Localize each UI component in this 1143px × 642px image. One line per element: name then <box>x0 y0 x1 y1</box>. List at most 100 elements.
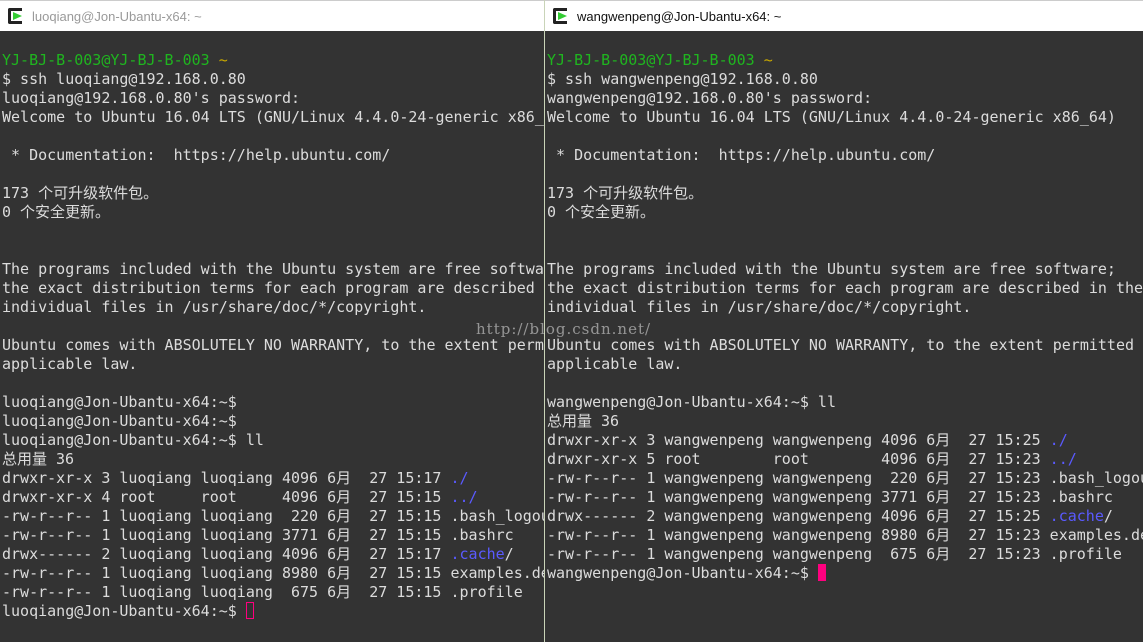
terminal-line <box>2 374 544 393</box>
terminal-text: ./ <box>1050 431 1068 449</box>
terminal-text: wangwenpeng@Jon-Ubantu-x64:~$ ll <box>547 393 836 411</box>
terminal-line: luoqiang@192.168.0.80's password: <box>2 89 544 108</box>
terminal-line: -rw-r--r-- 1 luoqiang luoqiang 8980 6月 2… <box>2 564 544 583</box>
terminal-line: 0 个安全更新。 <box>2 203 544 222</box>
terminal-text: -rw-r--r-- 1 wangwenpeng wangwenpeng 377… <box>547 488 1113 506</box>
terminal-text: applicable law. <box>2 355 137 373</box>
terminal-line: wangwenpeng@Jon-Ubantu-x64:~$ ll <box>547 393 1143 412</box>
terminal-line: individual files in /usr/share/doc/*/cop… <box>547 298 1143 317</box>
terminal-line: YJ-BJ-B-003@YJ-BJ-B-003 ~ <box>547 51 1143 70</box>
terminal-text: drwxr-xr-x 3 wangwenpeng wangwenpeng 409… <box>547 431 1050 449</box>
terminal-text: drwx------ 2 luoqiang luoqiang 4096 6月 2… <box>2 545 450 563</box>
terminal-text: YJ-BJ-B-003@YJ-BJ-B-003 <box>2 51 219 69</box>
terminal-output[interactable]: YJ-BJ-B-003@YJ-BJ-B-003 ~$ ssh luoqiang@… <box>0 31 544 621</box>
terminal-line: 总用量 36 <box>2 450 544 469</box>
terminal-text: luoqiang@Jon-Ubantu-x64:~$ ll <box>2 431 264 449</box>
terminal-text: luoqiang@Jon-Ubantu-x64:~$ <box>2 393 237 411</box>
terminal-line: luoqiang@Jon-Ubantu-x64:~$ <box>2 393 544 412</box>
terminal-line <box>547 241 1143 260</box>
terminal-line: 173 个可升级软件包。 <box>547 184 1143 203</box>
terminal-line: applicable law. <box>2 355 544 374</box>
terminal-text: -rw-r--r-- 1 luoqiang luoqiang 220 6月 27… <box>2 507 544 525</box>
terminal-line <box>2 222 544 241</box>
terminal-text: luoqiang@Jon-Ubantu-x64:~$ <box>2 412 237 430</box>
terminal-text: luoqiang@Jon-Ubantu-x64:~$ <box>2 602 246 620</box>
terminal-line: 0 个安全更新。 <box>547 203 1143 222</box>
terminal-text: ./ <box>450 469 468 487</box>
terminal-line: Ubuntu comes with ABSOLUTELY NO WARRANTY… <box>2 336 544 355</box>
terminal-line: wangwenpeng@Jon-Ubantu-x64:~$ <box>547 564 1143 583</box>
watermark: http://blog.csdn.net/ <box>476 320 651 338</box>
terminal-cursor <box>818 564 826 581</box>
terminal-line: wangwenpeng@192.168.0.80's password: <box>547 89 1143 108</box>
terminal-window-luoqiang[interactable]: luoqiang@Jon-Ubantu-x64: ~ YJ-BJ-B-003@Y… <box>0 0 544 642</box>
terminal-line <box>2 165 544 184</box>
terminal-cursor <box>246 602 254 619</box>
terminal-app-icon <box>553 8 571 24</box>
terminal-text: 173 个可升级软件包。 <box>2 184 158 202</box>
terminal-line: Ubuntu comes with ABSOLUTELY NO WARRANTY… <box>547 336 1143 355</box>
terminal-line <box>547 165 1143 184</box>
terminal-line: luoqiang@Jon-Ubantu-x64:~$ ll <box>2 431 544 450</box>
terminal-text: the exact distribution terms for each pr… <box>2 279 544 297</box>
terminal-line: the exact distribution terms for each pr… <box>2 279 544 298</box>
terminal-text: * Documentation: https://help.ubuntu.com… <box>2 146 390 164</box>
terminal-line: drwxr-xr-x 3 wangwenpeng wangwenpeng 409… <box>547 431 1143 450</box>
terminal-line: The programs included with the Ubuntu sy… <box>547 260 1143 279</box>
terminal-text: .cache <box>450 545 504 563</box>
window-title: luoqiang@Jon-Ubantu-x64: ~ <box>32 9 202 24</box>
terminal-text: applicable law. <box>547 355 682 373</box>
terminal-text: -rw-r--r-- 1 wangwenpeng wangwenpeng 898… <box>547 526 1143 544</box>
terminal-line: luoqiang@Jon-Ubantu-x64:~$ <box>2 602 544 621</box>
terminal-line: 总用量 36 <box>547 412 1143 431</box>
terminal-line: YJ-BJ-B-003@YJ-BJ-B-003 ~ <box>2 51 544 70</box>
terminal-text: -rw-r--r-- 1 luoqiang luoqiang 675 6月 27… <box>2 583 523 601</box>
terminal-line: Welcome to Ubuntu 16.04 LTS (GNU/Linux 4… <box>2 108 544 127</box>
terminal-line: 173 个可升级软件包。 <box>2 184 544 203</box>
terminal-text: ../ <box>1050 450 1077 468</box>
terminal-line <box>547 222 1143 241</box>
terminal-line: -rw-r--r-- 1 luoqiang luoqiang 3771 6月 2… <box>2 526 544 545</box>
terminal-app-icon <box>8 8 26 24</box>
terminal-line <box>2 32 544 51</box>
terminal-output[interactable]: YJ-BJ-B-003@YJ-BJ-B-003 ~$ ssh wangwenpe… <box>545 31 1143 583</box>
terminal-text: ../ <box>450 488 477 506</box>
terminal-text: .cache <box>1050 507 1104 525</box>
window-title: wangwenpeng@Jon-Ubantu-x64: ~ <box>577 9 781 24</box>
terminal-line: * Documentation: https://help.ubuntu.com… <box>2 146 544 165</box>
terminal-line: luoqiang@Jon-Ubantu-x64:~$ <box>2 412 544 431</box>
terminal-text: 总用量 36 <box>547 412 619 430</box>
terminal-text: -rw-r--r-- 1 wangwenpeng wangwenpeng 675… <box>547 545 1122 563</box>
terminal-line <box>2 317 544 336</box>
terminal-text: drwxr-xr-x 5 root root 4096 6月 27 15:23 <box>547 450 1050 468</box>
terminal-line: drwxr-xr-x 4 root root 4096 6月 27 15:15 … <box>2 488 544 507</box>
terminal-line: drwxr-xr-x 3 luoqiang luoqiang 4096 6月 2… <box>2 469 544 488</box>
terminal-text: luoqiang@192.168.0.80's password: <box>2 89 300 107</box>
terminal-text: Welcome to Ubuntu 16.04 LTS (GNU/Linux 4… <box>547 108 1116 126</box>
terminal-line: Welcome to Ubuntu 16.04 LTS (GNU/Linux 4… <box>547 108 1143 127</box>
terminal-text: 0 个安全更新。 <box>547 203 655 221</box>
terminal-text: -rw-r--r-- 1 wangwenpeng wangwenpeng 220… <box>547 469 1143 487</box>
terminal-text: 总用量 36 <box>2 450 74 468</box>
terminal-text: / <box>505 545 514 563</box>
terminal-text: $ ssh luoqiang@192.168.0.80 <box>2 70 246 88</box>
terminal-text: The programs included with the Ubuntu sy… <box>547 260 1116 278</box>
terminal-text: $ ssh wangwenpeng@192.168.0.80 <box>547 70 818 88</box>
title-bar[interactable]: luoqiang@Jon-Ubantu-x64: ~ <box>0 0 544 31</box>
terminal-line: $ ssh wangwenpeng@192.168.0.80 <box>547 70 1143 89</box>
terminal-text: / <box>1104 507 1113 525</box>
terminal-line: individual files in /usr/share/doc/*/cop… <box>2 298 544 317</box>
terminal-text: -rw-r--r-- 1 luoqiang luoqiang 8980 6月 2… <box>2 564 544 582</box>
terminal-line: -rw-r--r-- 1 wangwenpeng wangwenpeng 377… <box>547 488 1143 507</box>
terminal-text: individual files in /usr/share/doc/*/cop… <box>547 298 971 316</box>
terminal-line: -rw-r--r-- 1 luoqiang luoqiang 675 6月 27… <box>2 583 544 602</box>
terminal-line <box>2 127 544 146</box>
terminal-text: -rw-r--r-- 1 luoqiang luoqiang 3771 6月 2… <box>2 526 514 544</box>
terminal-line: -rw-r--r-- 1 wangwenpeng wangwenpeng 220… <box>547 469 1143 488</box>
terminal-text: 173 个可升级软件包。 <box>547 184 703 202</box>
terminal-line <box>547 127 1143 146</box>
terminal-line: drwx------ 2 luoqiang luoqiang 4096 6月 2… <box>2 545 544 564</box>
terminal-line <box>547 374 1143 393</box>
title-bar[interactable]: wangwenpeng@Jon-Ubantu-x64: ~ <box>545 0 1143 31</box>
terminal-line: -rw-r--r-- 1 luoqiang luoqiang 220 6月 27… <box>2 507 544 526</box>
